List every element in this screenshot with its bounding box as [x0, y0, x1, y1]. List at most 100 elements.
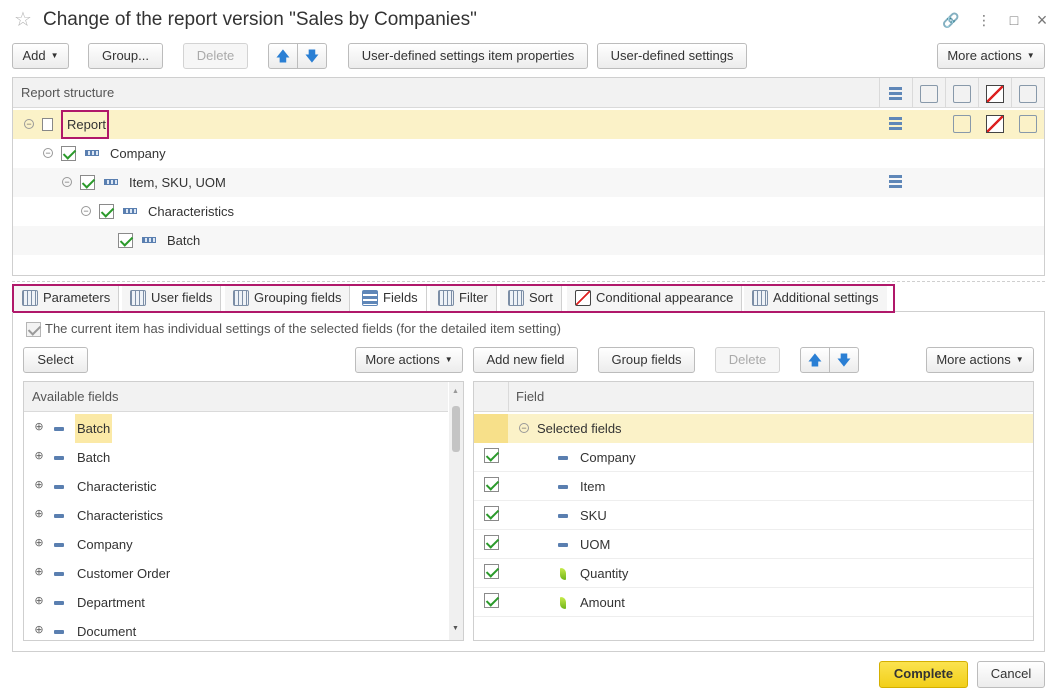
field-checkbox[interactable]	[484, 535, 499, 550]
more-actions-right-button[interactable]: More actions ▼	[926, 347, 1034, 373]
scroll-up-icon[interactable]: ▲	[452, 388, 459, 395]
more-actions-left-button[interactable]: More actions ▼	[355, 347, 463, 373]
scroll-down-icon[interactable]: ▼	[452, 625, 459, 632]
structure-row-label: Company	[110, 146, 166, 161]
field-icon	[54, 543, 64, 547]
characteristics-checkbox[interactable]	[99, 204, 114, 219]
user-settings-button[interactable]: User-defined settings	[597, 43, 747, 69]
list-item[interactable]: ⊕ Batch	[24, 414, 448, 443]
list-item[interactable]: ⊕ Customer Order	[24, 559, 448, 588]
expand-icon[interactable]: ⊕	[34, 451, 44, 462]
dropdown-caret-icon: ▼	[444, 355, 453, 364]
expand-icon[interactable]: ⊕	[34, 480, 44, 491]
field-checkbox[interactable]	[484, 506, 499, 521]
table-row[interactable]: Company	[474, 443, 1033, 472]
field-column-header: Field	[516, 389, 545, 404]
list-item[interactable]: ⊕ Batch	[24, 443, 448, 472]
dropdown-caret-icon: ▼	[50, 51, 59, 60]
expand-icon[interactable]: ⊕	[34, 596, 44, 607]
favorite-star-icon[interactable]: ☆	[14, 9, 34, 31]
grouping-icon	[104, 179, 118, 185]
table-row[interactable]: Quantity	[474, 559, 1033, 588]
splitter[interactable]	[12, 281, 1045, 282]
filter-column-icon[interactable]	[920, 85, 938, 103]
structure-row-characteristics[interactable]: − Characteristics	[13, 197, 1044, 226]
item-properties-button[interactable]: User-defined settings item properties	[348, 43, 588, 69]
scrollbar-thumb[interactable]	[452, 406, 460, 452]
conditional-appearance-column-icon[interactable]	[986, 85, 1004, 103]
available-fields-header: Available fields	[24, 382, 448, 412]
company-checkbox[interactable]	[61, 146, 76, 161]
available-field-label: Customer Order	[77, 566, 171, 581]
selected-fields-list: Field − Selected fields Company Item SKU…	[473, 381, 1034, 641]
individual-settings-checkbox[interactable]	[26, 322, 41, 337]
add-button-label: Add	[22, 48, 46, 63]
field-checkbox[interactable]	[484, 477, 499, 492]
table-row[interactable]: Item	[474, 472, 1033, 501]
structure-row-item[interactable]: − Item, SKU, UOM	[13, 168, 1044, 197]
field-checkbox[interactable]	[484, 593, 499, 608]
sort-column-icon[interactable]	[953, 85, 971, 103]
dropdown-caret-icon: ▼	[1015, 355, 1024, 364]
select-button[interactable]: Select	[23, 347, 88, 373]
move-down-arrow-icon[interactable]: 🡇	[297, 43, 327, 69]
selected-field-label: UOM	[580, 537, 611, 552]
list-item[interactable]: ⊕ Company	[24, 530, 448, 559]
field-icon	[54, 601, 64, 605]
resource-icon	[560, 568, 566, 580]
collapse-icon[interactable]: −	[62, 177, 72, 187]
collapse-icon[interactable]: −	[81, 206, 91, 216]
list-item[interactable]: ⊕ Department	[24, 588, 448, 617]
complete-button[interactable]: Complete	[879, 661, 968, 688]
expand-icon[interactable]: ⊕	[34, 625, 44, 636]
link-icon[interactable]: 🔗	[942, 11, 960, 29]
list-item[interactable]: ⊕ Characteristic	[24, 472, 448, 501]
item-checkbox[interactable]	[80, 175, 95, 190]
delete-button[interactable]: Delete	[183, 43, 248, 69]
list-item[interactable]: ⊕ Document	[24, 617, 448, 640]
move-down-arrow-icon[interactable]: 🡇	[829, 347, 859, 373]
collapse-icon[interactable]: −	[43, 148, 53, 158]
collapse-icon[interactable]: −	[519, 423, 529, 433]
add-new-field-button[interactable]: Add new field	[473, 347, 578, 373]
dropdown-caret-icon: ▼	[1026, 51, 1035, 60]
report-highlight-box	[61, 110, 109, 139]
field-checkbox[interactable]	[484, 448, 499, 463]
grouping-icon	[123, 208, 137, 214]
fields-column-icon[interactable]	[887, 85, 905, 103]
expand-icon[interactable]: ⊕	[34, 538, 44, 549]
delete-field-button[interactable]: Delete	[715, 347, 780, 373]
table-row[interactable]: SKU	[474, 501, 1033, 530]
move-up-arrow-icon[interactable]: 🡅	[800, 347, 830, 373]
add-button[interactable]: Add ▼	[12, 43, 69, 69]
field-checkbox[interactable]	[484, 564, 499, 579]
structure-row-company[interactable]: − Company	[13, 139, 1044, 168]
table-row[interactable]: Amount	[474, 588, 1033, 617]
structure-row-label: Characteristics	[148, 204, 234, 219]
menu-icon[interactable]: ⋮	[975, 11, 993, 29]
window-title: Change of the report version "Sales by C…	[43, 9, 477, 30]
available-field-label: Batch	[77, 450, 111, 465]
list-item[interactable]: ⊕ Characteristics	[24, 501, 448, 530]
expand-icon[interactable]: ⊕	[34, 567, 44, 578]
group-button[interactable]: Group...	[88, 43, 163, 69]
group-fields-button[interactable]: Group fields	[598, 347, 695, 373]
more-actions-label: More actions	[947, 48, 1022, 63]
batch-checkbox[interactable]	[118, 233, 133, 248]
table-row[interactable]: UOM	[474, 530, 1033, 559]
structure-row-report[interactable]: − Report	[13, 110, 1044, 139]
move-up-arrow-icon[interactable]: 🡅	[268, 43, 298, 69]
expand-icon[interactable]: ⊕	[34, 422, 44, 433]
field-icon	[558, 485, 568, 489]
additional-settings-column-icon[interactable]	[1019, 85, 1037, 103]
selected-fields-header: Field	[474, 382, 1033, 412]
collapse-icon[interactable]: −	[24, 119, 34, 129]
maximize-icon[interactable]: □	[1005, 11, 1023, 29]
close-icon[interactable]: ×	[1033, 11, 1051, 29]
field-icon	[54, 456, 64, 460]
more-actions-button[interactable]: More actions ▼	[937, 43, 1045, 69]
structure-row-batch[interactable]: Batch	[13, 226, 1044, 255]
selected-fields-group-row[interactable]: − Selected fields	[474, 414, 1033, 443]
expand-icon[interactable]: ⊕	[34, 509, 44, 520]
cancel-button[interactable]: Cancel	[977, 661, 1045, 688]
